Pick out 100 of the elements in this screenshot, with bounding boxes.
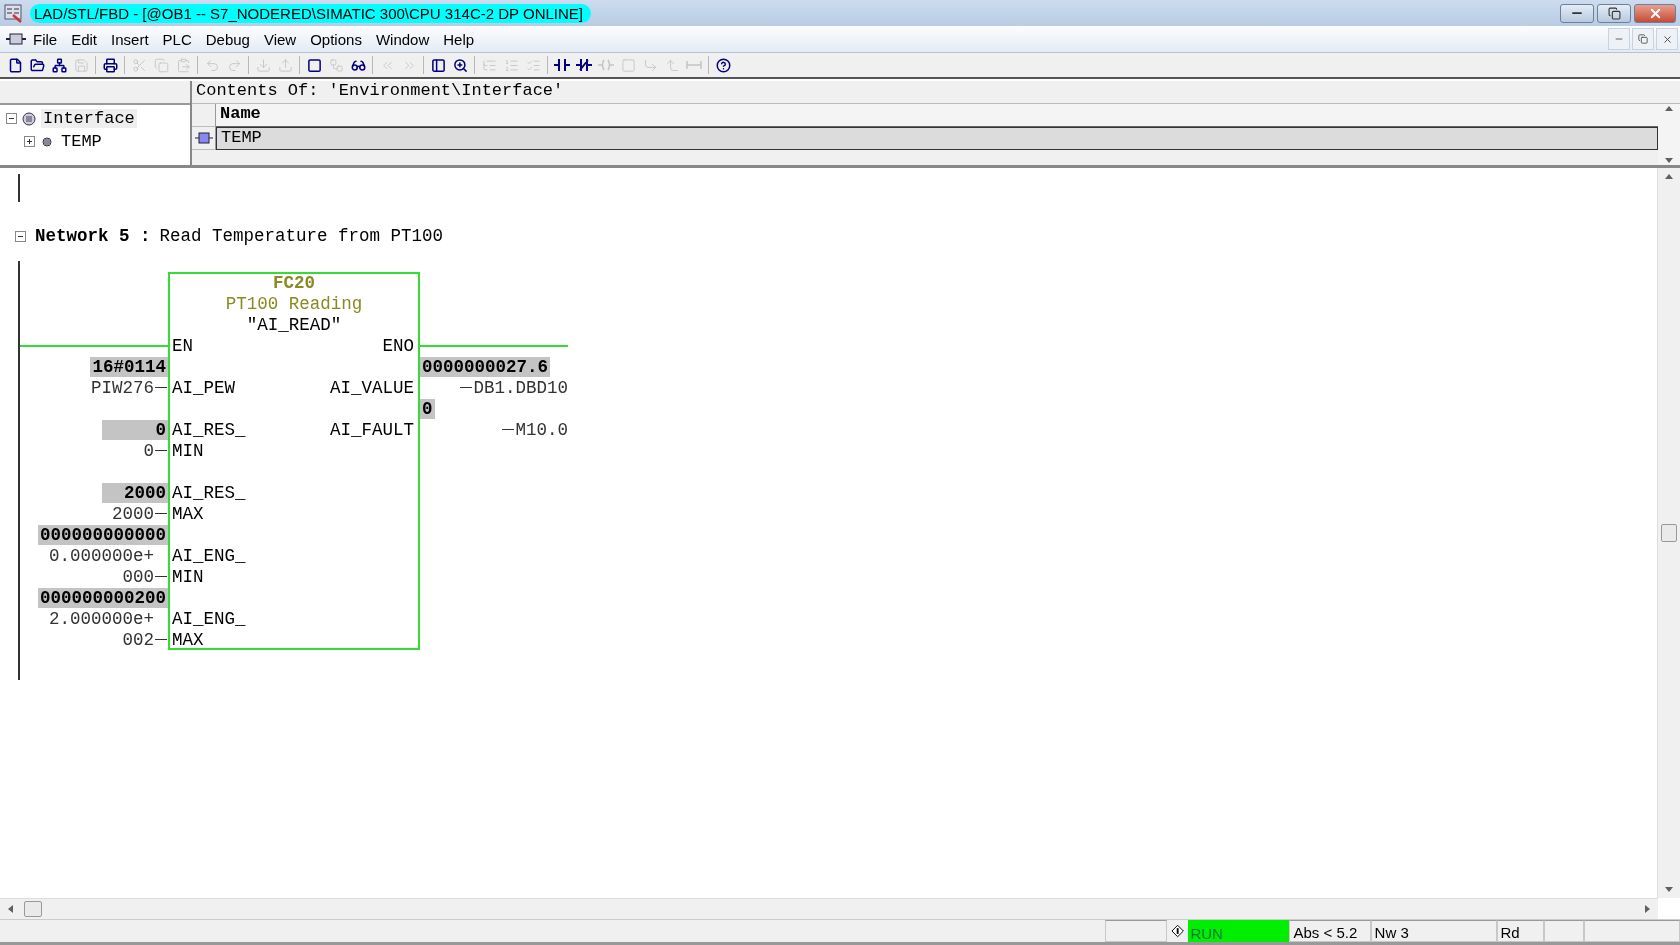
block-number: FC20 <box>273 272 315 293</box>
box-icon <box>306 57 322 73</box>
scrollbar-thumb[interactable] <box>24 901 42 917</box>
status-icon <box>1171 924 1185 938</box>
pin-label: AI_VALUE <box>330 377 414 398</box>
status-field: Rd <box>1496 920 1545 942</box>
pin-label: MIN <box>172 440 204 461</box>
contact-icon <box>554 57 570 73</box>
pin-label: MIN <box>172 566 204 587</box>
copy-icon <box>153 57 169 73</box>
value-display: 000000000000 <box>37 524 168 545</box>
tree-item[interactable]: Interface <box>41 109 137 128</box>
collapse-toggle[interactable] <box>15 230 26 242</box>
network-icon <box>51 57 67 73</box>
coil-icon <box>598 57 614 73</box>
address-text: 2.000000e+ <box>48 608 154 629</box>
value-display: 0 <box>102 419 168 440</box>
zoom-icon <box>452 57 468 73</box>
block-symbol: "AI_READ" <box>246 314 342 335</box>
address-text: DB1.DBD10 <box>473 377 568 398</box>
print-icon <box>102 57 118 73</box>
pin-label: AI_FAULT <box>330 419 414 440</box>
address-text: M10.0 <box>515 419 568 440</box>
pin-label: ENO <box>382 335 414 356</box>
address-text: 000 <box>122 566 154 587</box>
contents-title: Contents Of: 'Environment\Interface' <box>192 81 1680 104</box>
status-field <box>1105 920 1168 942</box>
restore-button[interactable] <box>1597 3 1631 23</box>
menu-item[interactable]: Help <box>436 28 482 50</box>
block-title: PT100 Reading <box>225 293 363 314</box>
document-icon <box>6 32 26 46</box>
pin-label: MAX <box>172 503 204 524</box>
menu-item[interactable]: Debug <box>198 28 257 50</box>
network-title: Network 5 : <box>35 226 151 246</box>
address-text: 0.000000e+ <box>48 545 154 566</box>
component-icon <box>194 131 213 145</box>
close-icon <box>1661 33 1673 45</box>
menu-item[interactable]: Window <box>368 28 437 50</box>
panel-icon <box>430 57 446 73</box>
address-text: 002 <box>122 629 154 650</box>
pin-label: AI_ENG_ <box>172 608 246 629</box>
close-button[interactable] <box>1634 3 1676 23</box>
list-icon <box>503 57 519 73</box>
scroll-right-icon[interactable] <box>1642 904 1652 914</box>
list-check-icon <box>525 57 541 73</box>
address-text: 0 <box>143 440 154 461</box>
address-text: 2000 <box>112 503 154 524</box>
column-header[interactable]: Name <box>216 104 1658 127</box>
table-cell[interactable]: TEMP <box>216 127 1658 150</box>
scroll-down-icon[interactable] <box>1664 884 1674 894</box>
help-icon <box>715 57 731 73</box>
value-display: 0 <box>420 398 435 419</box>
pin-label: AI_ENG_ <box>172 545 246 566</box>
connector-icon <box>686 60 702 70</box>
status-field: Abs < 5.2 <box>1289 920 1371 942</box>
component-icon <box>21 110 37 127</box>
scrollbar-thumb[interactable] <box>1661 524 1677 542</box>
pin-label: MAX <box>172 629 204 650</box>
menu-item[interactable]: Options <box>303 28 369 50</box>
collapse-toggle[interactable] <box>6 113 17 124</box>
branch-close-icon <box>664 57 680 73</box>
scroll-left-icon[interactable] <box>6 904 16 914</box>
list-tree-icon <box>481 57 497 73</box>
app-icon <box>4 3 24 23</box>
pin-label: AI_RES_ <box>172 419 246 440</box>
pin-label: AI_PEW <box>172 377 235 398</box>
pin-label: AI_RES_ <box>172 482 246 503</box>
upload-icon <box>277 57 293 73</box>
window-title: LAD/STL/FBD - [@OB1 -- S7_NODERED\SIMATIC 300\CPU 314C-2 DP ONLINE] <box>30 3 591 23</box>
open-folder-icon <box>29 57 45 73</box>
download-icon <box>255 57 271 73</box>
paste-icon <box>175 57 191 73</box>
cut-icon <box>131 57 147 73</box>
cpu-mode: RUN <box>1188 920 1290 942</box>
menu-item[interactable]: Edit <box>64 28 105 50</box>
save-icon <box>73 57 89 73</box>
scroll-up-icon[interactable] <box>1664 172 1674 182</box>
undo-icon <box>204 57 220 73</box>
pin-label: EN <box>172 335 193 356</box>
menu-item[interactable]: Insert <box>104 28 156 50</box>
status-field: Nw 3 <box>1370 920 1497 942</box>
menu-item[interactable]: PLC <box>155 28 199 50</box>
tree-item[interactable]: TEMP <box>59 132 104 151</box>
address-text: PIW276 <box>91 377 154 398</box>
value-display: 2000 <box>102 482 168 503</box>
redo-icon <box>226 57 242 73</box>
workflow-icon <box>328 57 344 73</box>
network-comment: Read Temperature from PT100 <box>159 226 444 246</box>
status-field <box>1544 920 1584 942</box>
expand-toggle[interactable] <box>24 136 35 147</box>
value-display: 16#0114 <box>90 356 168 377</box>
restore-icon <box>1607 6 1621 20</box>
branch-icon <box>642 57 658 73</box>
menu-item[interactable]: File <box>26 28 65 50</box>
value-display: 0000000027.6 <box>420 356 551 377</box>
restore-icon <box>1638 34 1648 44</box>
menu-item[interactable]: View <box>256 28 304 50</box>
value-display: 000000000200 <box>37 587 168 608</box>
scroll-down-icon[interactable] <box>1664 155 1674 165</box>
minimize-button[interactable] <box>1560 3 1594 23</box>
